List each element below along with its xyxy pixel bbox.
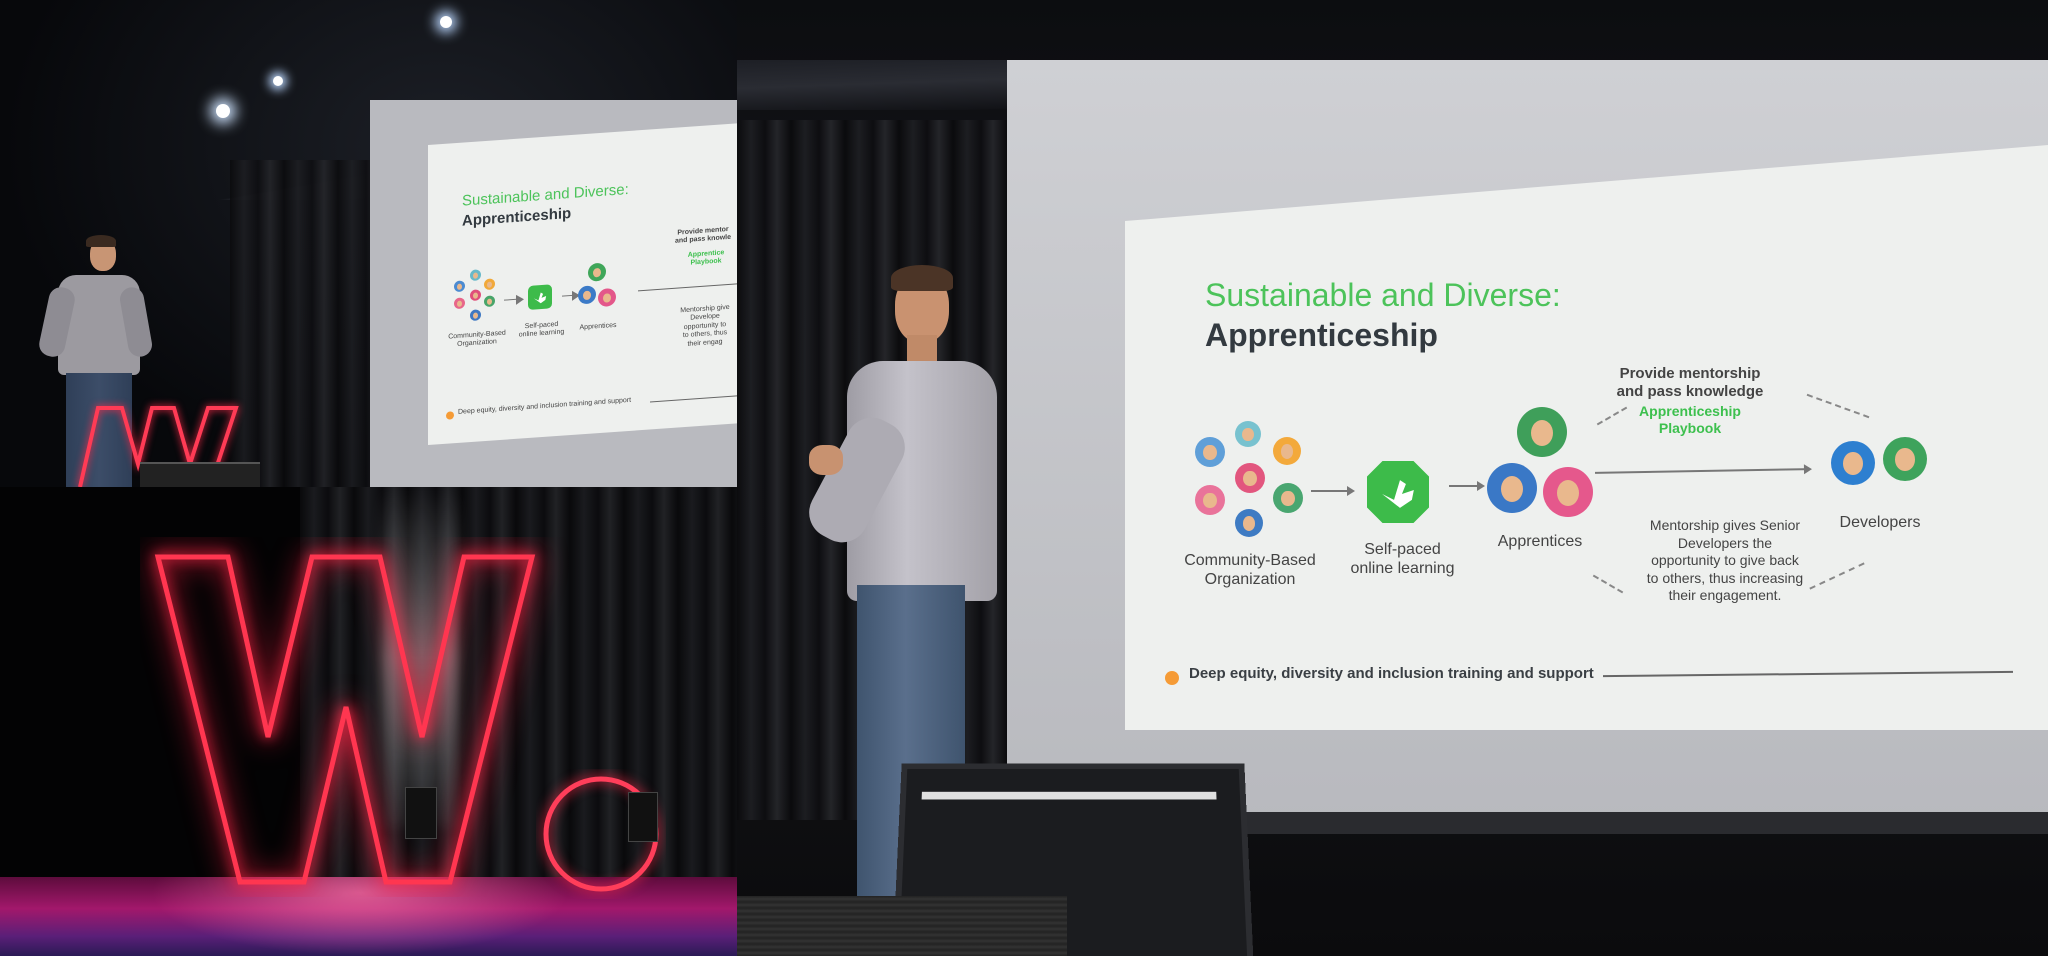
avatar [454, 297, 465, 310]
slide-footer: Deep equity, diversity and inclusion tra… [458, 396, 632, 416]
photo-bottom-left [0, 487, 737, 956]
mentorship-bottom-line4: to others, thus increasing [1646, 569, 1804, 586]
mentorship-bottom-line3: opportunity to give back [1651, 552, 1799, 568]
learning-label-line2: online learning [1350, 560, 1455, 578]
mentorship-bottom: Mentorship give Develope opportunity to … [660, 302, 737, 350]
avatar [1195, 485, 1225, 515]
stage-light [273, 76, 283, 86]
flow-arrow [1594, 468, 1811, 474]
dashed-arrow [1806, 393, 1870, 419]
avatar [1543, 467, 1593, 517]
neon-w-logo [154, 554, 536, 885]
playbook-label: Apprenticeship Playbook [1615, 403, 1765, 437]
slide-footer: Deep equity, diversity and inclusion tra… [1189, 665, 1594, 682]
stage-monitor [140, 462, 260, 487]
avatar [484, 295, 495, 308]
apprentices-label: Apprentices [579, 321, 617, 332]
mentorship-bottom: Mentorship gives Senior Developers the o… [1625, 517, 1825, 605]
community-label: Community-Based Organization [1175, 551, 1325, 589]
mentorship-top: Provide mentor and pass knowle [658, 225, 737, 248]
apprentices-label: Apprentices [1497, 533, 1583, 550]
avatar [1235, 421, 1261, 447]
mentorship-bottom-line2: Developers the [1677, 534, 1773, 551]
community-label-line1: Community-Based [1184, 552, 1316, 569]
slide-title-line2: Apprenticeship [1205, 317, 1438, 353]
bullet-icon [446, 411, 454, 420]
avatar [484, 278, 495, 291]
speaker-cabinet [737, 896, 1067, 956]
mentorship-top: Provide mentorship and pass knowledge [1595, 365, 1785, 401]
mentorship-top-line1: Provide mentorship [1619, 365, 1761, 382]
community-label-line2: Organization [1204, 571, 1296, 589]
stage-speaker-box [628, 792, 658, 842]
avatar [470, 269, 481, 282]
slide-main: Sustainable and Diverse: Apprenticeship … [1125, 145, 2048, 730]
learning-label: Self-paced online learning [514, 320, 569, 341]
bullet-icon [1165, 671, 1179, 685]
mentorship-bottom-line5: their engagement. [1668, 587, 1782, 603]
avatar [470, 309, 481, 322]
avatar [578, 285, 596, 305]
flow-arrow [1311, 486, 1355, 496]
flow-arrow [562, 294, 578, 297]
avatar [588, 262, 606, 282]
flow-line [638, 283, 737, 292]
slide-title-line2: Apprenticeship [462, 204, 572, 230]
playbook-line1: Apprenticeship [1639, 403, 1741, 419]
avatar [1235, 509, 1263, 537]
code-logo-icon [528, 284, 552, 311]
avatar [1831, 441, 1875, 485]
avatar [1273, 483, 1303, 513]
mentorship-bottom-line1: Mentorship gives Senior [1649, 517, 1801, 533]
avatar [1195, 437, 1225, 467]
avatar [598, 287, 616, 308]
developers-label: Developers [1839, 514, 1921, 531]
mentorship-top-line2: and pass knowledge [1616, 383, 1764, 400]
photo-top-left: Sustainable and Diverse: Apprenticeship … [0, 0, 737, 487]
avatar [1273, 437, 1301, 465]
stage-light [440, 16, 452, 28]
avatar [1235, 463, 1265, 493]
community-label: Community-Based Organization [442, 329, 512, 351]
avatar [470, 289, 481, 302]
avatar [454, 280, 465, 293]
learning-label: Self-paced online learning [1340, 540, 1465, 578]
flow-arrow [504, 298, 522, 301]
dashed-arrow [1592, 574, 1624, 594]
avatar [1517, 407, 1567, 457]
footer-line [1603, 670, 2013, 678]
stage-light [216, 104, 230, 118]
slide-title-line1: Sustainable and Diverse: [462, 180, 629, 210]
photo-right: Sustainable and Diverse: Apprenticeship … [737, 0, 2048, 956]
playbook-line2: Playbook [1658, 419, 1722, 436]
slide-small: Sustainable and Diverse: Apprenticeship … [428, 123, 737, 446]
flow-arrow [1449, 481, 1485, 491]
avatar [1883, 437, 1927, 481]
avatar [1487, 463, 1537, 513]
playbook-label: Apprentice Playbook [666, 248, 737, 270]
slide-title-line1: Sustainable and Diverse: [1205, 277, 1561, 313]
code-logo-icon [1367, 461, 1429, 523]
stage-speaker-box [405, 787, 437, 839]
learning-label-line1: Self-paced [1364, 541, 1441, 558]
